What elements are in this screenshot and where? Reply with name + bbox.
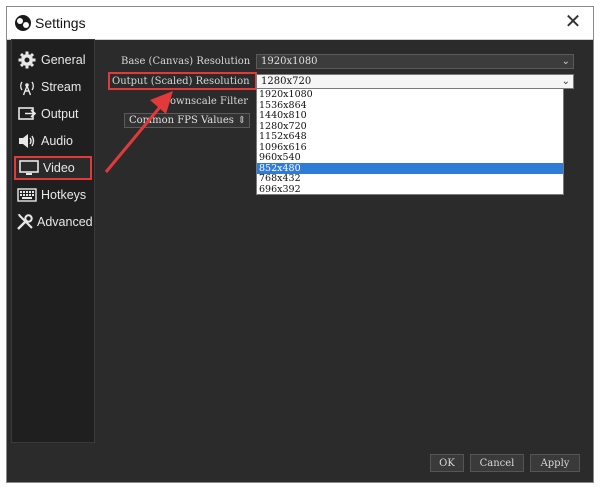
cancel-button[interactable]: Cancel (470, 454, 524, 472)
apply-button[interactable]: Apply (530, 454, 580, 472)
ok-button[interactable]: OK (430, 454, 464, 472)
annotation-arrow (104, 91, 173, 173)
